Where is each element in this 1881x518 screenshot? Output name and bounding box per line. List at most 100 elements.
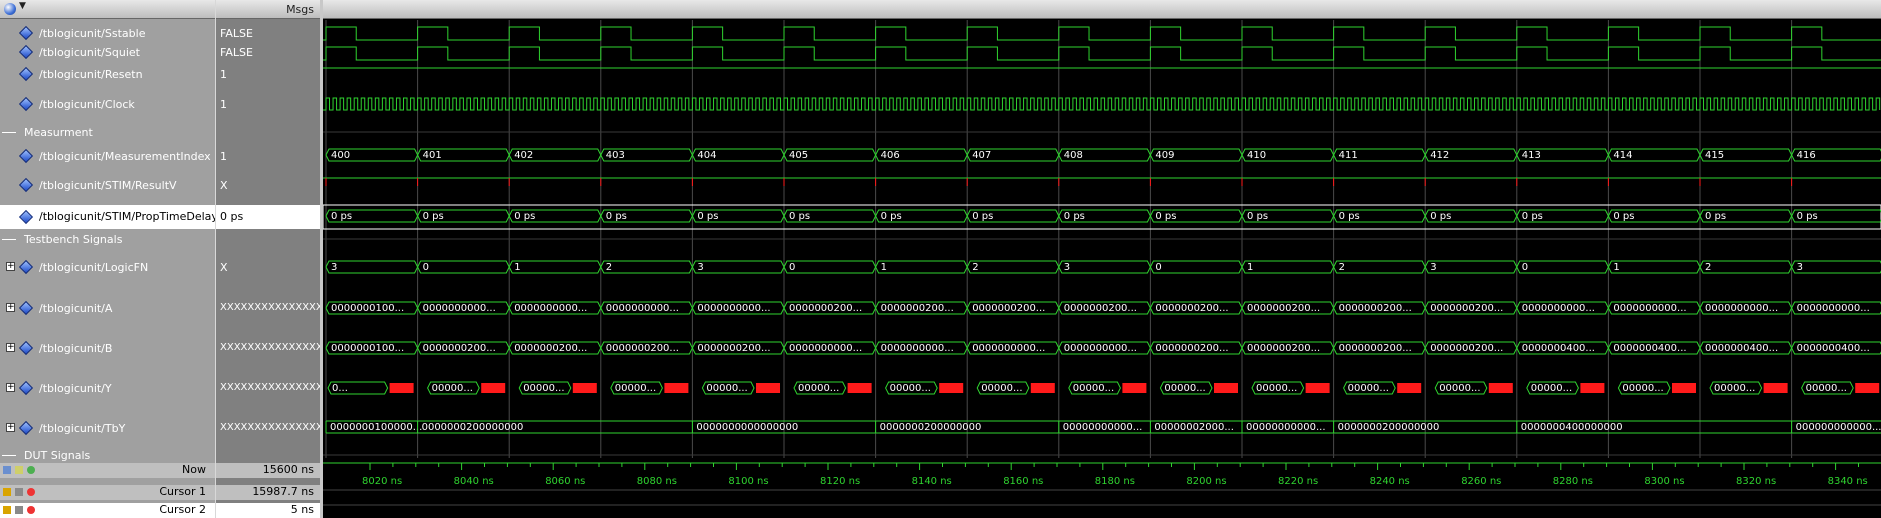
- timeline-tick-label: 8320 ns: [1736, 476, 1776, 487]
- divider-dut-signals[interactable]: DUT Signals: [0, 449, 216, 462]
- timeline-tick-label: 8060 ns: [545, 476, 585, 487]
- delete-cursor-icon[interactable]: [27, 506, 35, 514]
- wrench-icon[interactable]: [15, 506, 23, 514]
- signal-name: /tblogicunit/A: [39, 302, 113, 315]
- tby-value-label: 0000000200000000: [880, 422, 982, 433]
- signal-row-resultv[interactable]: /tblogicunit/STIM/ResultV: [0, 177, 216, 195]
- measurement-index-value-label: 405: [789, 150, 808, 161]
- signal-row-measurement-index[interactable]: /tblogicunit/MeasurementIndex: [0, 148, 216, 166]
- bus-a-value-label: 0000000200...: [1155, 303, 1228, 314]
- lock-icon[interactable]: [3, 506, 11, 514]
- signal-value: XXXXXXXXXXXXXXXX: [220, 342, 320, 353]
- waveform-canvas[interactable]: 400 401 402 403 404 405 406 407 408 409 410 411 412 4…: [323, 0, 1881, 518]
- logic-fn-segment: [1699, 260, 1793, 274]
- clock-wave: [323, 97, 1881, 111]
- signal-row-clock[interactable]: /tblogicunit/Clock: [0, 96, 216, 114]
- expand-icon[interactable]: +: [6, 343, 15, 352]
- wrench-icon[interactable]: [15, 488, 23, 496]
- signal-row-b[interactable]: + /tblogicunit/B: [0, 340, 216, 358]
- logic-fn-segment: [691, 260, 785, 274]
- now-row: Now: [0, 463, 216, 478]
- signal-value: FALSE: [220, 27, 253, 40]
- signal-diamond-icon: [18, 148, 34, 164]
- bus-y-value-label: 00000...: [1531, 383, 1572, 394]
- signal-value: 1: [220, 98, 227, 111]
- signal-row-tby[interactable]: + /tblogicunit/TbY: [0, 420, 216, 438]
- signal-row-a[interactable]: + /tblogicunit/A: [0, 300, 216, 318]
- timeline-tick-label: 8200 ns: [1186, 476, 1226, 487]
- signal-diamond-icon: [18, 25, 34, 41]
- signal-diamond-icon: [18, 66, 34, 82]
- lock-icon[interactable]: [3, 488, 11, 496]
- logic-fn-value-label: 0: [1522, 262, 1528, 273]
- bus-b-value-label: 0000000200...: [1430, 343, 1503, 354]
- delete-cursor-icon[interactable]: [27, 488, 35, 496]
- signal-name: /tblogicunit/TbY: [39, 422, 126, 435]
- timeline-bg: [323, 460, 1881, 518]
- prop-time-delay-value-label: 0 ps: [606, 211, 627, 222]
- tby-value-label: 0000000400000000: [1521, 422, 1623, 433]
- measurement-index-value-label: 414: [1613, 150, 1632, 161]
- bus-b-value-label: 0000000200...: [697, 343, 770, 354]
- timeline-tick-label: 8300 ns: [1644, 476, 1684, 487]
- divider-label: Measurment: [24, 126, 93, 139]
- measurement-index-value-label: 413: [1522, 150, 1541, 161]
- bus-y-value-label: 00000...: [1439, 383, 1480, 394]
- expand-icon[interactable]: +: [6, 303, 15, 312]
- bus-b-value-label: 0000000200...: [606, 343, 679, 354]
- logic-fn-segment: [1791, 260, 1881, 274]
- prop-time-delay-value-label: 0 ps: [972, 211, 993, 222]
- bus-a-value-label: 0000000200...: [1339, 303, 1412, 314]
- squiet-wave: [323, 46, 1881, 61]
- prop-time-delay-value-label: 0 ps: [1155, 211, 1176, 222]
- signal-name: /tblogicunit/LogicFN: [39, 261, 149, 274]
- logic-fn-value-label: 1: [514, 262, 520, 273]
- divider-testbench-signals[interactable]: Testbench Signals: [0, 233, 216, 246]
- signal-row-logicfn[interactable]: + /tblogicunit/LogicFN: [0, 259, 216, 277]
- prop-time-delay-value-label: 0 ps: [514, 211, 535, 222]
- chevron-down-icon[interactable]: ▼: [19, 1, 26, 11]
- signal-row-resetn[interactable]: /tblogicunit/Resetn: [0, 66, 216, 84]
- wave-logo-icon[interactable]: [4, 3, 16, 15]
- tby-value-label: 00000002000...: [1154, 422, 1234, 433]
- signal-diamond-icon: [18, 209, 34, 225]
- logic-fn-value-label: 1: [881, 262, 887, 273]
- bus-b-value-label: 0000000200...: [1339, 343, 1412, 354]
- measurement-index-value-label: 406: [881, 150, 900, 161]
- bus-y-x-region: [1305, 383, 1330, 393]
- signal-row-squiet[interactable]: /tblogicunit/Squiet: [0, 44, 216, 62]
- expand-icon[interactable]: +: [6, 262, 15, 271]
- waveform-pane[interactable]: 400 401 402 403 404 405 406 407 408 409 410 411 412 4…: [323, 0, 1881, 518]
- bus-a-value-label: 0000000200...: [881, 303, 954, 314]
- cursor2-row[interactable]: Cursor 2: [0, 503, 216, 518]
- timeline-tick-label: 8260 ns: [1461, 476, 1501, 487]
- logic-fn-segment: [600, 260, 693, 274]
- timeline-tick-label: 8020 ns: [362, 476, 402, 487]
- timeline-tick-label: 8040 ns: [454, 476, 494, 487]
- wave-toolbar-icon[interactable]: [3, 466, 11, 474]
- signal-name-pane: ▼ /tblogicunit/Sstable /tblogicunit/Squi…: [0, 0, 216, 518]
- cursor1-row[interactable]: Cursor 1: [0, 485, 216, 500]
- now-value-cell: 15600 ns: [216, 463, 322, 478]
- selected-row-outline: [323, 204, 1881, 230]
- signal-row-y[interactable]: + /tblogicunit/Y: [0, 380, 216, 398]
- insert-cursor-icon[interactable]: [15, 466, 23, 474]
- prop-time-delay-value-label: 0 ps: [1797, 211, 1818, 222]
- signal-row-sstable[interactable]: /tblogicunit/Sstable: [0, 25, 216, 43]
- expand-icon[interactable]: +: [6, 423, 15, 432]
- signal-row-proptimedelay[interactable]: /tblogicunit/STIM/PropTimeDelay: [0, 205, 216, 229]
- bus-a-value-label: 0000000200...: [1064, 303, 1137, 314]
- signal-name: /tblogicunit/Squiet: [39, 46, 140, 59]
- expand-icon[interactable]: +: [6, 383, 15, 392]
- divider-measurment[interactable]: Measurment: [0, 126, 216, 139]
- prop-time-delay-value-label: 0 ps: [331, 211, 352, 222]
- signal-value: 1: [220, 150, 227, 163]
- logic-fn-segment: [875, 260, 968, 274]
- bus-y-x-region: [664, 383, 689, 393]
- logic-fn-value-label: 2: [606, 262, 612, 273]
- add-cursor-icon[interactable]: [27, 466, 35, 474]
- bus-b-value-label: 0000000100...: [331, 343, 404, 354]
- bus-b-value-label: 0000000400...: [1613, 343, 1686, 354]
- bus-y-value-label: 00000...: [1622, 383, 1663, 394]
- timeline-tick-label: 8120 ns: [820, 476, 860, 487]
